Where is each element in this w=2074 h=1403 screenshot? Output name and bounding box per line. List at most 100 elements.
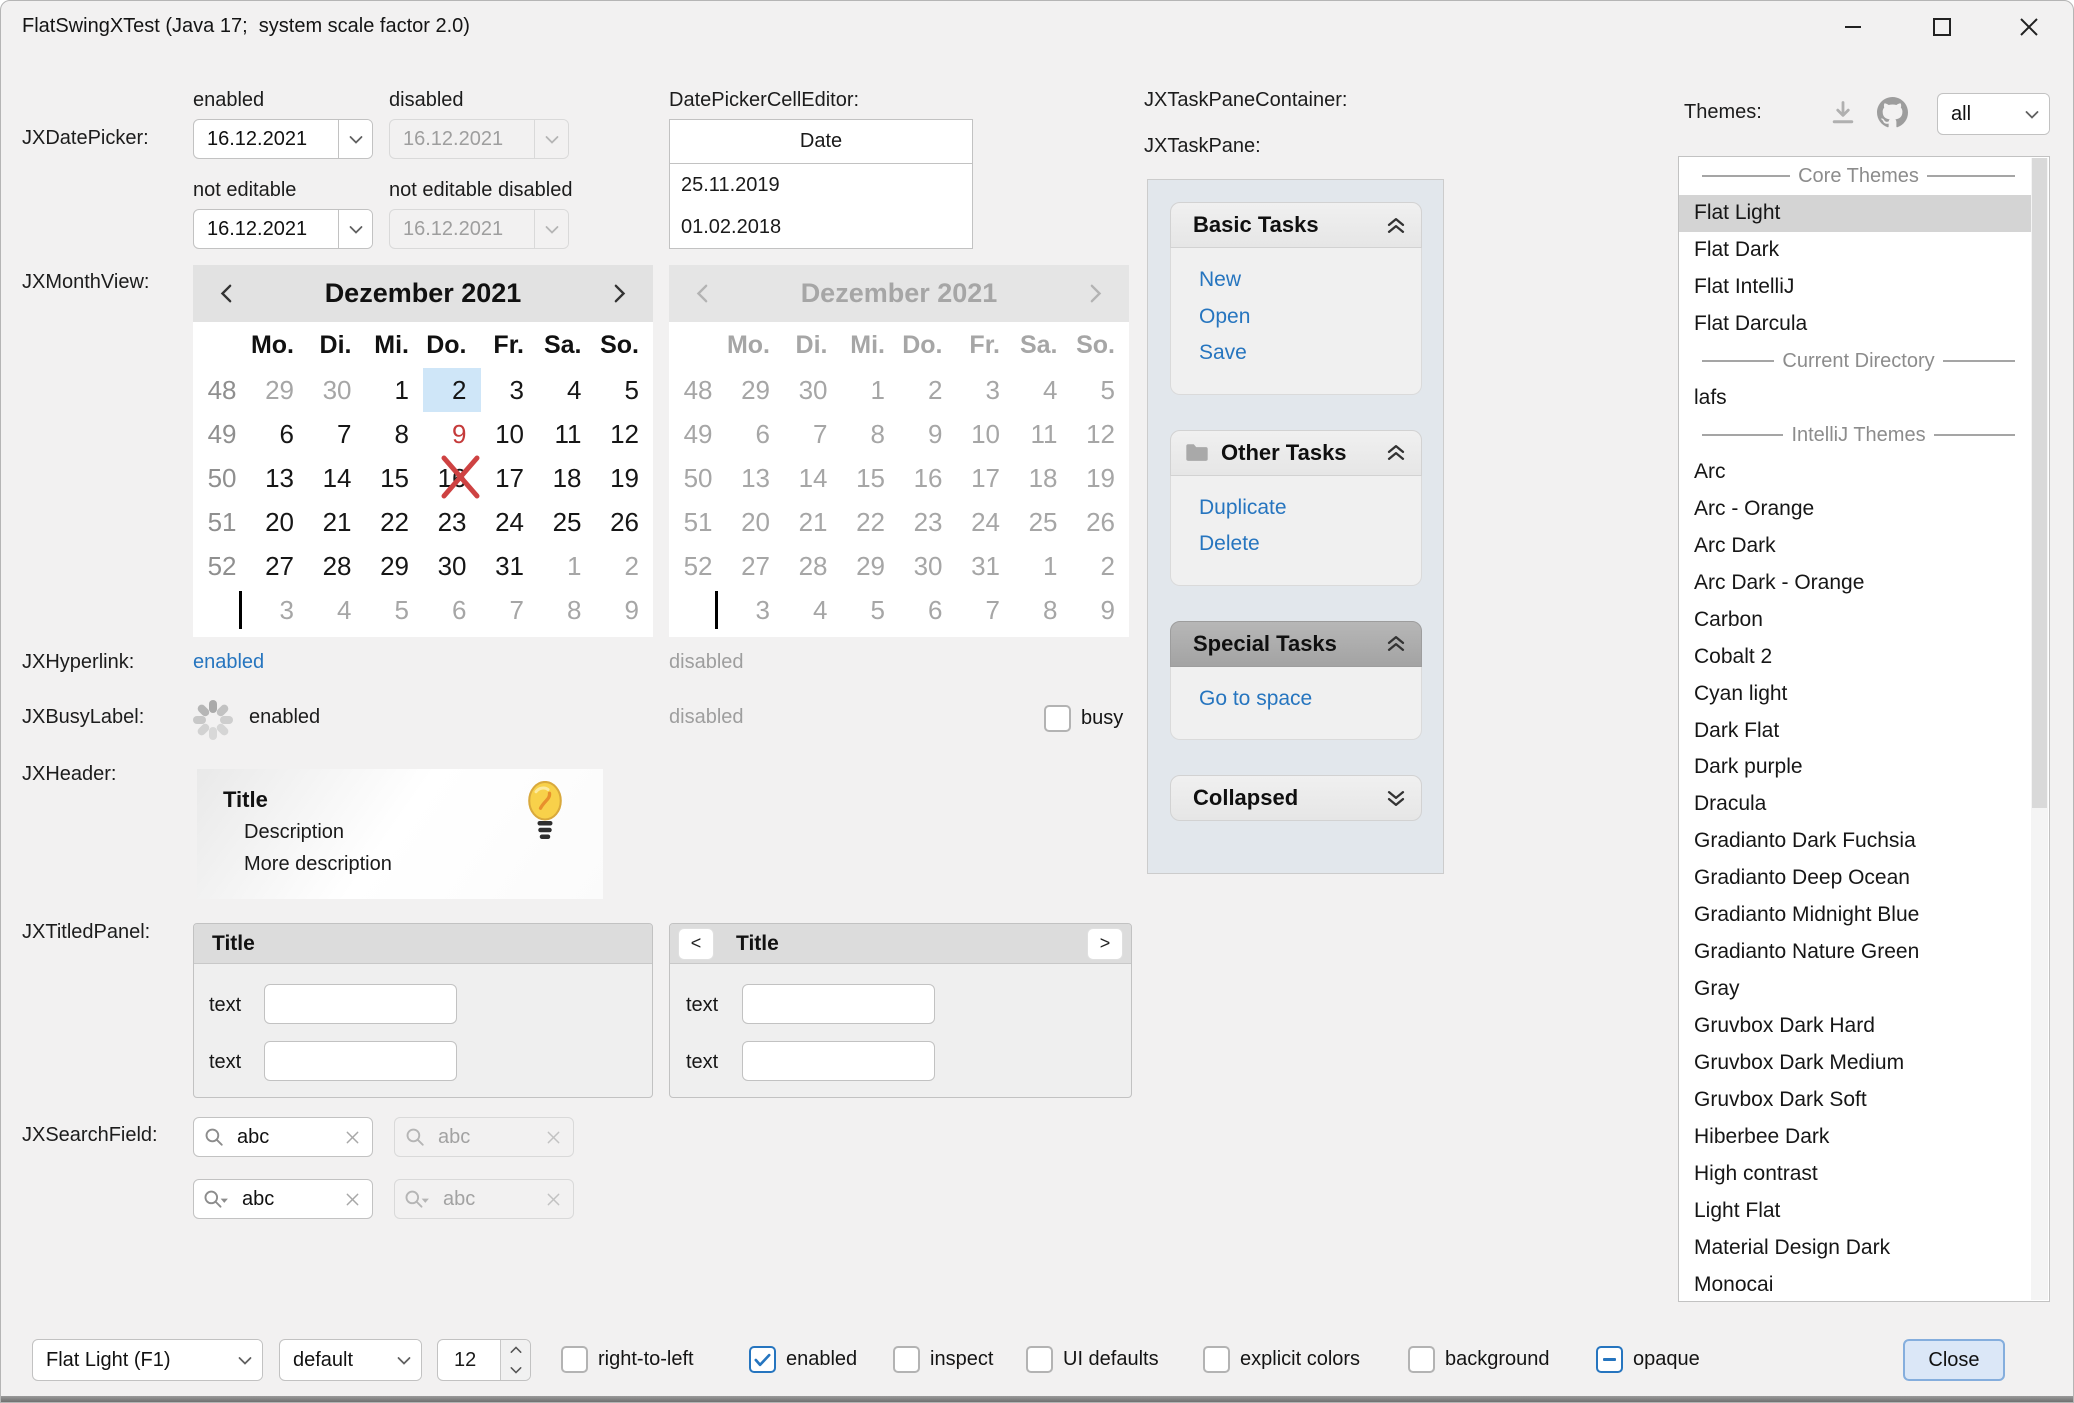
taskpane-link-duplicate[interactable]: Duplicate (1199, 490, 1421, 527)
clear-icon[interactable] (345, 1130, 360, 1145)
day-cell[interactable]: 4 (308, 588, 366, 632)
theme-list-item[interactable]: High contrast (1679, 1155, 2031, 1192)
day-cell[interactable]: 3 (251, 588, 309, 632)
download-icon[interactable] (1829, 99, 1857, 127)
text-input[interactable] (742, 1041, 935, 1081)
chevron-double-up-icon[interactable] (1385, 216, 1407, 235)
theme-list-item[interactable]: Arc - Orange (1679, 490, 2031, 527)
day-cell[interactable]: 18 (538, 456, 596, 500)
day-cell[interactable]: 22 (366, 500, 424, 544)
day-cell[interactable]: 15 (366, 456, 424, 500)
day-cell[interactable]: 5 (366, 588, 424, 632)
scrollbar-thumb[interactable] (2032, 158, 2047, 808)
day-cell[interactable]: 2 (423, 368, 481, 412)
day-cell[interactable]: 17 (481, 456, 539, 500)
checkbox-inspect[interactable]: inspect (893, 1346, 993, 1373)
checkbox-enabled[interactable]: enabled (749, 1346, 857, 1373)
theme-list-item[interactable]: Flat Darcula (1679, 306, 2031, 343)
day-cell[interactable]: 2 (596, 544, 654, 588)
theme-list-item[interactable]: Carbon (1679, 601, 2031, 638)
close-window-button[interactable] (1996, 3, 2062, 51)
theme-list-item[interactable]: Arc Dark - Orange (1679, 564, 2031, 601)
checkbox-box[interactable] (561, 1346, 588, 1373)
checkbox-box[interactable] (1596, 1346, 1623, 1373)
titledpanel-next-button[interactable]: > (1087, 928, 1123, 960)
search-value[interactable]: abc (242, 1188, 345, 1211)
checkbox-ui-defaults[interactable]: UI defaults (1026, 1346, 1159, 1373)
theme-list-item[interactable]: Flat Dark (1679, 232, 2031, 269)
day-cell[interactable]: 13 (251, 456, 309, 500)
checkbox-busy[interactable]: busy (1044, 705, 1123, 732)
searchfield-menu-enabled[interactable]: abc (193, 1179, 373, 1219)
checkbox-opaque[interactable]: opaque (1596, 1346, 1700, 1373)
scrollbar[interactable] (2031, 158, 2048, 1300)
day-cell[interactable]: 7 (481, 588, 539, 632)
checkbox-box[interactable] (1044, 705, 1071, 732)
day-cell[interactable]: 24 (481, 500, 539, 544)
taskpane-header-special-tasks[interactable]: Special Tasks (1170, 621, 1422, 667)
datepicker-not-editable[interactable]: 16.12.2021 (193, 209, 373, 249)
theme-list-item[interactable]: Gruvbox Dark Medium (1679, 1045, 2031, 1082)
day-cell[interactable]: 11 (538, 412, 596, 456)
day-cell[interactable]: 6 (251, 412, 309, 456)
day-cell[interactable]: 9 (423, 412, 481, 456)
day-cell[interactable]: 5 (596, 368, 654, 412)
taskpane-header-other-tasks[interactable]: Other Tasks (1170, 430, 1422, 476)
theme-list-item[interactable]: Hiberbee Dark (1679, 1118, 2031, 1155)
day-cell[interactable]: 25 (538, 500, 596, 544)
chevron-down-icon[interactable] (338, 120, 372, 158)
day-cell[interactable]: 20 (251, 500, 309, 544)
chevron-double-up-icon[interactable] (1385, 443, 1407, 462)
theme-list-item[interactable]: Gradianto Midnight Blue (1679, 897, 2031, 934)
day-cell[interactable]: 27 (251, 544, 309, 588)
theme-list-item[interactable]: Dracula (1679, 786, 2031, 823)
theme-list-item[interactable]: Flat Light (1679, 195, 2031, 232)
theme-list-item[interactable]: Gradianto Nature Green (1679, 934, 2031, 971)
day-cell[interactable]: 19 (596, 456, 654, 500)
searchfield-enabled[interactable]: abc (193, 1117, 373, 1157)
theme-list-item[interactable]: Dark Flat (1679, 712, 2031, 749)
spinner-down-icon[interactable] (501, 1360, 530, 1380)
taskpane-link-go-to-space[interactable]: Go to space (1199, 681, 1421, 718)
taskpane-header-collapsed[interactable]: Collapsed (1170, 775, 1422, 821)
maximize-button[interactable] (1909, 3, 1975, 51)
taskpane-header-basic-tasks[interactable]: Basic Tasks (1170, 202, 1422, 248)
checkbox-box[interactable] (1203, 1346, 1230, 1373)
theme-list-item[interactable]: Gradianto Deep Ocean (1679, 860, 2031, 897)
laf-combobox[interactable]: Flat Light (F1) (32, 1339, 263, 1381)
theme-list-item[interactable]: Light Flat (1679, 1192, 2031, 1229)
theme-list-item[interactable]: Arc (1679, 454, 2031, 491)
chevron-double-up-icon[interactable] (1385, 634, 1407, 653)
hyperlink-enabled[interactable]: enabled (193, 651, 264, 674)
minimize-button[interactable] (1820, 3, 1886, 51)
taskpane-link-new[interactable]: New (1199, 262, 1421, 299)
taskpane-link-delete[interactable]: Delete (1199, 526, 1421, 563)
theme-list-item[interactable]: Monocai (1679, 1266, 2031, 1302)
next-month-icon[interactable] (607, 281, 633, 307)
text-input[interactable] (264, 984, 457, 1024)
spinner-up-icon[interactable] (501, 1340, 530, 1360)
text-input[interactable] (742, 984, 935, 1024)
day-cell[interactable]: 7 (308, 412, 366, 456)
taskpane-link-save[interactable]: Save (1199, 335, 1421, 372)
theme-list-item[interactable]: Gruvbox Dark Soft (1679, 1081, 2031, 1118)
theme-list-item[interactable]: Material Design Dark (1679, 1229, 2031, 1266)
theme-list-item[interactable]: Gray (1679, 971, 2031, 1008)
text-input[interactable] (264, 1041, 457, 1081)
datepicker-enabled[interactable]: 16.12.2021 (193, 119, 373, 159)
theme-list-item[interactable]: Arc Dark (1679, 527, 2031, 564)
day-cell[interactable]: 8 (538, 588, 596, 632)
checkbox-box[interactable] (893, 1346, 920, 1373)
theme-list-item[interactable]: Gradianto Dark Fuchsia (1679, 823, 2031, 860)
day-cell[interactable]: 29 (251, 368, 309, 412)
theme-list-item[interactable]: Gruvbox Dark Hard (1679, 1008, 2031, 1045)
day-cell[interactable]: 4 (538, 368, 596, 412)
theme-list-item[interactable]: Dark purple (1679, 749, 2031, 786)
themes-filter-combobox[interactable]: all (1937, 93, 2050, 135)
chevron-double-down-icon[interactable] (1385, 789, 1407, 808)
theme-list-item[interactable]: Cyan light (1679, 675, 2031, 712)
day-cell[interactable]: 8 (366, 412, 424, 456)
theme-list-item[interactable]: lafs (1679, 380, 2031, 417)
checkbox-right-to-left[interactable]: right-to-left (561, 1346, 694, 1373)
day-cell[interactable]: 23 (423, 500, 481, 544)
